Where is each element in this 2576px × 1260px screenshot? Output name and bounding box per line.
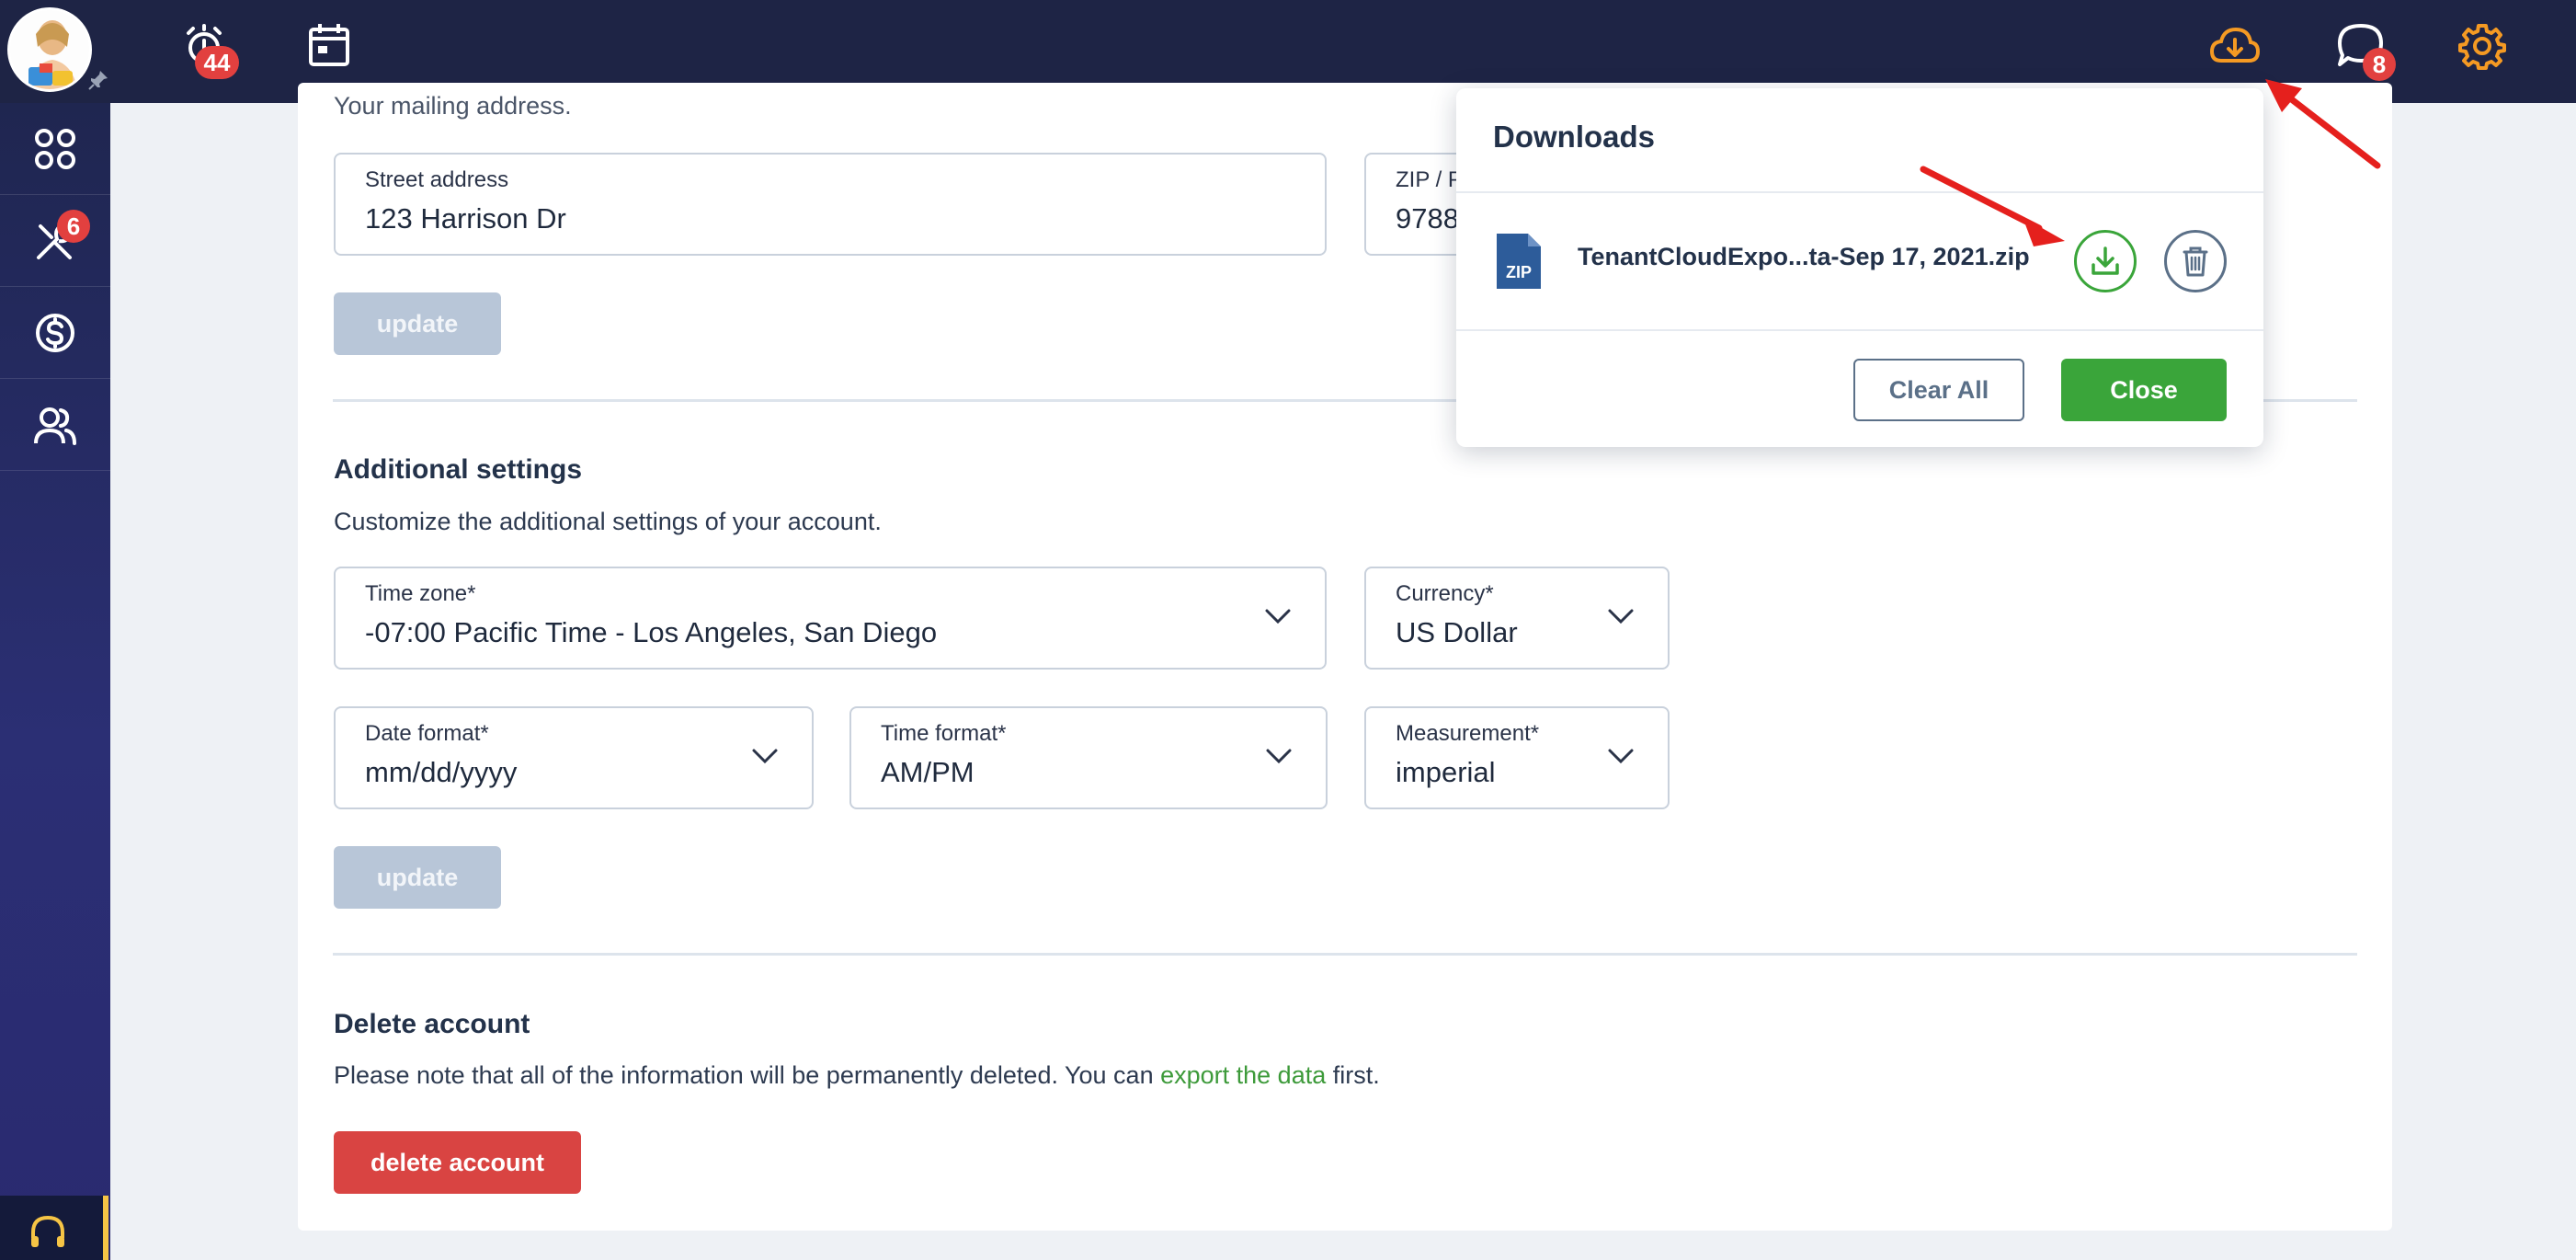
messages-count-badge: 8	[2363, 48, 2396, 81]
delete-account-button[interactable]: delete account	[334, 1131, 581, 1194]
section-divider	[333, 953, 2357, 956]
cloud-download-icon	[2209, 27, 2261, 63]
address-update-button[interactable]: update	[334, 292, 501, 355]
support-button[interactable]	[0, 1196, 108, 1260]
alerts-count-badge: 44	[195, 46, 239, 79]
delete-file-button[interactable]	[2164, 230, 2227, 292]
mailing-address-heading: Your mailing address.	[334, 92, 572, 120]
download-file-name: TenantCloudExpo...ta-Sep 17, 2021.zip	[1578, 243, 2030, 270]
close-button[interactable]: Close	[2061, 359, 2227, 421]
zip-file-label: ZIP	[1506, 263, 1532, 281]
dollar-icon	[36, 313, 74, 352]
popup-divider	[1456, 191, 2263, 193]
currency-select[interactable]: Currency* US Dollar	[1364, 567, 1670, 670]
export-data-link[interactable]: export the data	[1160, 1061, 1326, 1089]
timezone-label: Time zone*	[365, 581, 476, 606]
messages-button[interactable]: 8	[2335, 20, 2396, 81]
zip-file-icon: ZIP	[1497, 234, 1541, 289]
sidebar-item-dashboard[interactable]	[0, 103, 110, 195]
sidebar-item-users[interactable]	[0, 379, 110, 471]
additional-settings-subtitle: Customize the additional settings of you…	[334, 508, 882, 535]
download-icon	[2092, 246, 2119, 275]
users-icon	[34, 407, 76, 445]
settings-button[interactable]	[2456, 20, 2508, 72]
date-format-value: mm/dd/yyyy	[365, 756, 518, 788]
street-address-label: Street address	[365, 167, 509, 192]
delete-note-text: Please note that all of the information …	[334, 1061, 1161, 1089]
timezone-value: -07:00 Pacific Time - Los Angeles, San D…	[365, 616, 938, 648]
downloads-title: Downloads	[1493, 120, 1656, 154]
chevron-down-icon	[1608, 609, 1634, 624]
timezone-select[interactable]: Time zone* -07:00 Pacific Time - Los Ang…	[334, 567, 1327, 670]
download-file-button[interactable]	[2074, 230, 2137, 292]
additional-settings-title: Additional settings	[334, 454, 582, 485]
calendar-icon	[309, 24, 349, 66]
additional-settings-update-button[interactable]: update	[334, 846, 501, 909]
zip-code-label: ZIP / P	[1396, 167, 1463, 192]
measurement-select[interactable]: Measurement* imperial	[1364, 706, 1670, 809]
sidebar-item-accounting[interactable]	[0, 287, 110, 379]
downloads-popup: Downloads ZIP TenantCloudExpo...ta-Sep 1…	[1456, 88, 2263, 447]
chevron-down-icon	[1608, 749, 1634, 764]
zip-code-value: 9788	[1396, 202, 1459, 235]
chevron-down-icon	[752, 749, 778, 764]
gear-icon	[2458, 24, 2506, 70]
trash-icon	[2183, 246, 2208, 277]
time-format-label: Time format*	[881, 721, 1007, 746]
delete-account-title: Delete account	[334, 1009, 530, 1039]
alerts-button[interactable]: 44	[180, 20, 239, 79]
avatar[interactable]	[7, 7, 92, 92]
headset-icon	[31, 1215, 64, 1247]
measurement-label: Measurement*	[1396, 721, 1540, 746]
sidebar-item-maintenance[interactable]: 6	[0, 195, 110, 287]
street-address-value: 123 Harrison Dr	[365, 202, 566, 235]
street-address-field[interactable]: Street address 123 Harrison Dr	[334, 153, 1327, 256]
sidebar: 6	[0, 103, 110, 1260]
chevron-down-icon	[1265, 609, 1291, 624]
delete-account-note: Please note that all of the information …	[334, 1061, 1380, 1090]
currency-label: Currency*	[1396, 581, 1494, 606]
chevron-down-icon	[1266, 749, 1292, 764]
pin-icon[interactable]	[86, 68, 110, 92]
time-format-value: AM/PM	[881, 756, 975, 788]
measurement-value: imperial	[1396, 756, 1496, 788]
maintenance-count-badge: 6	[57, 210, 90, 243]
date-format-select[interactable]: Date format* mm/dd/yyyy	[334, 706, 814, 809]
delete-note-text-end: first.	[1326, 1061, 1380, 1089]
calendar-button[interactable]	[305, 20, 357, 72]
downloads-button[interactable]	[2208, 20, 2261, 72]
dashboard-icon	[35, 128, 75, 169]
time-format-select[interactable]: Time format* AM/PM	[849, 706, 1328, 809]
currency-value: US Dollar	[1396, 616, 1518, 648]
date-format-label: Date format*	[365, 721, 489, 746]
popup-divider	[1456, 329, 2263, 331]
clear-all-button[interactable]: Clear All	[1853, 359, 2024, 421]
